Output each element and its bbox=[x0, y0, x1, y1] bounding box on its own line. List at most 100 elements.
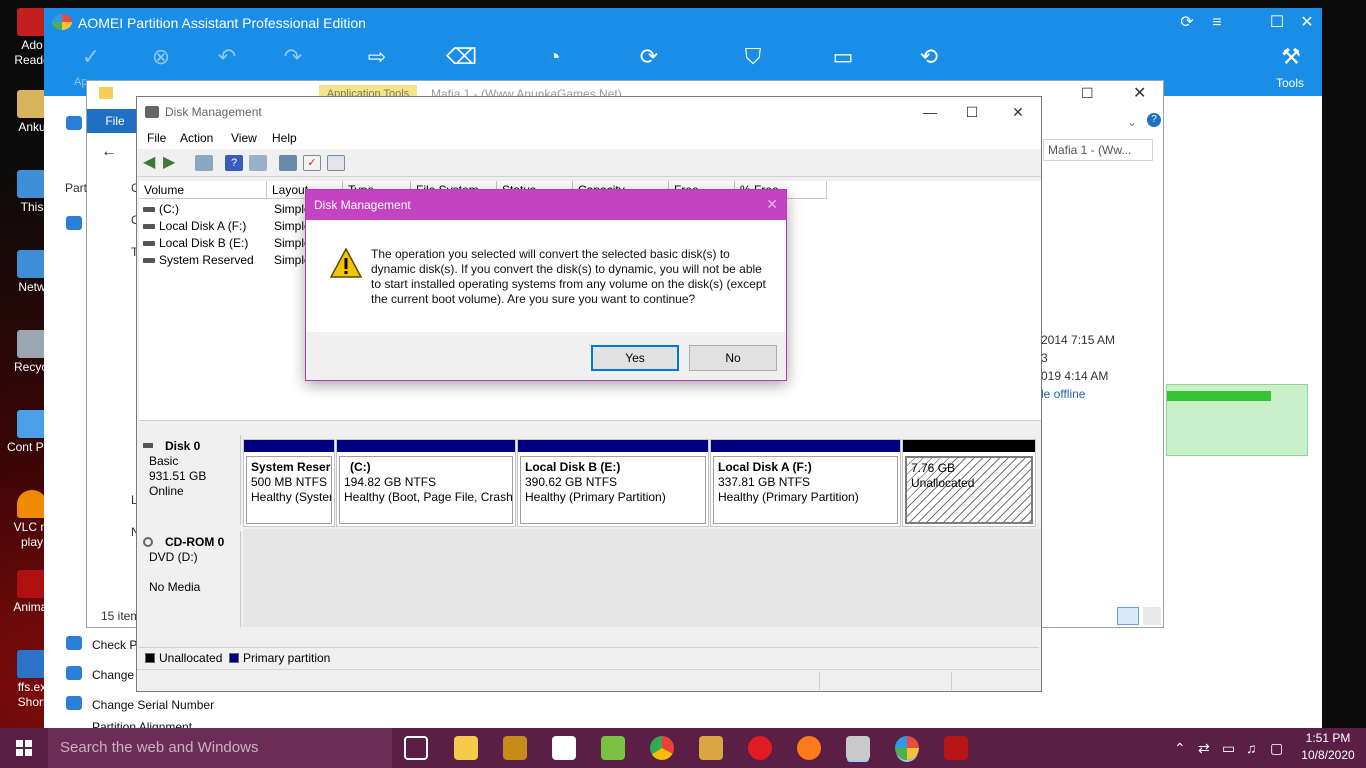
windows-logo-icon bbox=[16, 740, 32, 756]
dialog-titlebar: Disk Management ✕ bbox=[306, 190, 786, 220]
dialog-close-icon[interactable]: ✕ bbox=[766, 196, 778, 213]
apply-icon[interactable]: ✓ bbox=[76, 42, 106, 72]
bootable-media-icon[interactable]: ▭ bbox=[828, 42, 858, 72]
back-icon[interactable]: ◀ bbox=[143, 155, 161, 171]
opera-icon[interactable] bbox=[748, 736, 772, 760]
drive-icon bbox=[143, 241, 155, 246]
connect-icon[interactable] bbox=[279, 155, 297, 171]
aomei-title: AOMEI Partition Assistant Professional E… bbox=[78, 15, 366, 31]
menu-help[interactable]: Help bbox=[272, 131, 297, 145]
explorer-search-input[interactable]: Mafia 1 - (Ww... bbox=[1043, 139, 1153, 161]
partition-c[interactable]: (C:) 194.82 GB NTFS Healthy (Boot, Page Fi… bbox=[336, 439, 516, 527]
recovery-icon[interactable]: ⟲ bbox=[914, 42, 944, 72]
camera-icon[interactable] bbox=[552, 736, 576, 760]
menu-action[interactable]: Action bbox=[180, 131, 213, 145]
drive-icon bbox=[143, 258, 155, 263]
mafia-icon[interactable] bbox=[944, 736, 968, 760]
dm-menubar: File Action View Help bbox=[137, 127, 1041, 149]
change-partition-icon bbox=[66, 666, 82, 680]
app-icon-1[interactable] bbox=[503, 736, 527, 760]
drive-icon bbox=[143, 207, 155, 212]
dm-toolbar: ◀ ▶ ? ✓ bbox=[137, 149, 1041, 177]
clone-icon[interactable]: ◔ bbox=[539, 42, 569, 72]
menu-icon[interactable]: ≡ bbox=[1202, 12, 1232, 34]
tray-chevron-icon[interactable]: ⌃ bbox=[1174, 728, 1186, 768]
explorer-maximize-icon[interactable]: ☐ bbox=[1081, 85, 1101, 102]
disk-management-taskbar-icon[interactable] bbox=[846, 736, 870, 760]
convert-icon[interactable]: ⟳ bbox=[634, 42, 664, 72]
redo-icon[interactable]: ↷ bbox=[278, 42, 308, 72]
details-view-icon[interactable] bbox=[1117, 607, 1139, 625]
tools-icon[interactable]: ⚒ bbox=[1276, 42, 1306, 72]
disk-icon bbox=[143, 443, 153, 448]
file-explorer-icon[interactable] bbox=[454, 736, 478, 760]
show-hide-tree-icon[interactable] bbox=[195, 155, 213, 171]
tray-battery-icon[interactable]: ▭ bbox=[1222, 728, 1235, 768]
dm-close-icon[interactable]: ✕ bbox=[1003, 101, 1033, 123]
tray-notifications-icon[interactable]: ▢ bbox=[1270, 728, 1283, 768]
app-icon-2[interactable] bbox=[601, 736, 625, 760]
task-view-icon[interactable] bbox=[404, 736, 428, 760]
dm-maximize-icon[interactable]: ☐ bbox=[957, 101, 987, 123]
cdrom-0-label[interactable]: CD-ROM 0 DVD (D:) No Media bbox=[139, 531, 241, 627]
migrate-os-icon[interactable]: ⇨ bbox=[362, 42, 392, 72]
menu-file[interactable]: File bbox=[147, 131, 166, 145]
dialog-message: The operation you selected will convert … bbox=[371, 247, 766, 306]
undo-icon[interactable]: ↶ bbox=[212, 42, 242, 72]
disk-0-label[interactable]: Disk 0 Basic 931.51 GB Online bbox=[139, 435, 241, 525]
detail-date-2: 019 4:14 AM bbox=[1041, 369, 1109, 383]
help-icon[interactable]: ? bbox=[1147, 113, 1161, 127]
partition-f[interactable]: Local Disk A (F:) 337.81 GB NTFS Healthy (… bbox=[710, 439, 901, 527]
clock-time: 1:51 PM bbox=[1305, 731, 1351, 745]
tray-network-icon[interactable]: ⇄ bbox=[1198, 728, 1210, 768]
yes-button[interactable]: Yes bbox=[591, 345, 679, 371]
discard-icon[interactable]: ⊗ bbox=[146, 42, 176, 72]
no-button[interactable]: No bbox=[689, 345, 777, 371]
taskbar-search-input[interactable]: Search the web and Windows bbox=[48, 728, 392, 768]
back-arrow-icon[interactable]: ← bbox=[101, 143, 117, 161]
disk-usage-panel bbox=[1166, 384, 1308, 456]
system-tray: ⌃ ⇄ ▭ ♫ ▢ bbox=[1170, 728, 1300, 768]
clock-date: 10/8/2020 bbox=[1301, 748, 1355, 762]
taskbar-clock[interactable]: 1:51 PM 10/8/2020 bbox=[1296, 730, 1360, 764]
settings-list-icon[interactable] bbox=[327, 155, 345, 171]
disk-management-window: Disk Management — ☐ ✕ File Action View H… bbox=[136, 96, 1042, 692]
start-button[interactable] bbox=[0, 728, 48, 768]
firefox-icon[interactable] bbox=[797, 736, 821, 760]
detail-value: 3 bbox=[1041, 351, 1048, 365]
properties-icon[interactable] bbox=[249, 155, 267, 171]
dm-title: Disk Management bbox=[165, 105, 262, 119]
dialog-title: Disk Management bbox=[314, 198, 411, 212]
checklist-icon[interactable]: ✓ bbox=[303, 155, 321, 171]
partition-system-reserved[interactable]: System Reser 500 MB NTFS Healthy (Syster bbox=[243, 439, 335, 527]
ribbon-expand-icon[interactable]: ⌄ bbox=[1127, 115, 1137, 129]
col-volume[interactable]: Volume bbox=[139, 181, 267, 199]
nav-label-part: Part bbox=[65, 181, 88, 195]
explorer-item-count: 15 item bbox=[101, 609, 141, 623]
legend-unallocated-swatch bbox=[145, 653, 155, 663]
wipe-disk-icon[interactable]: ⌫ bbox=[446, 42, 477, 72]
explorer-file-tab[interactable]: File bbox=[87, 109, 143, 133]
legend-primary: Primary partition bbox=[243, 651, 331, 665]
explorer-close-icon[interactable]: ✕ bbox=[1133, 83, 1153, 103]
forward-icon[interactable]: ▶ bbox=[163, 155, 181, 171]
legend-unallocated: Unallocated bbox=[159, 651, 223, 665]
help-book-icon[interactable]: ? bbox=[225, 155, 243, 171]
partition-e[interactable]: Local Disk B (E:) 390.62 GB NTFS Healthy (… bbox=[517, 439, 709, 527]
refresh-icon[interactable]: ⟳ bbox=[1172, 12, 1202, 34]
maximize-icon[interactable]: ☐ bbox=[1262, 12, 1292, 34]
dm-minimize-icon[interactable]: — bbox=[915, 101, 945, 123]
disk-graphical-view: Disk 0 Basic 931.51 GB Online System Res… bbox=[137, 431, 1041, 645]
close-icon[interactable]: ✕ bbox=[1292, 12, 1322, 34]
menu-view[interactable]: View bbox=[231, 131, 257, 145]
tools-label[interactable]: Tools bbox=[1276, 76, 1304, 90]
drive-icon bbox=[143, 224, 155, 229]
secure-icon[interactable]: ⛉ bbox=[738, 42, 768, 72]
partition-unallocated[interactable]: 7.76 GB Unallocated bbox=[902, 439, 1036, 527]
side-change-serial[interactable]: Change Serial Number bbox=[92, 698, 214, 712]
tray-volume-icon[interactable]: ♫ bbox=[1246, 728, 1257, 768]
chrome-icon[interactable] bbox=[650, 736, 674, 760]
large-icons-view-icon[interactable] bbox=[1143, 607, 1161, 625]
game-icon[interactable] bbox=[699, 736, 723, 760]
aomei-taskbar-icon[interactable] bbox=[895, 736, 919, 760]
